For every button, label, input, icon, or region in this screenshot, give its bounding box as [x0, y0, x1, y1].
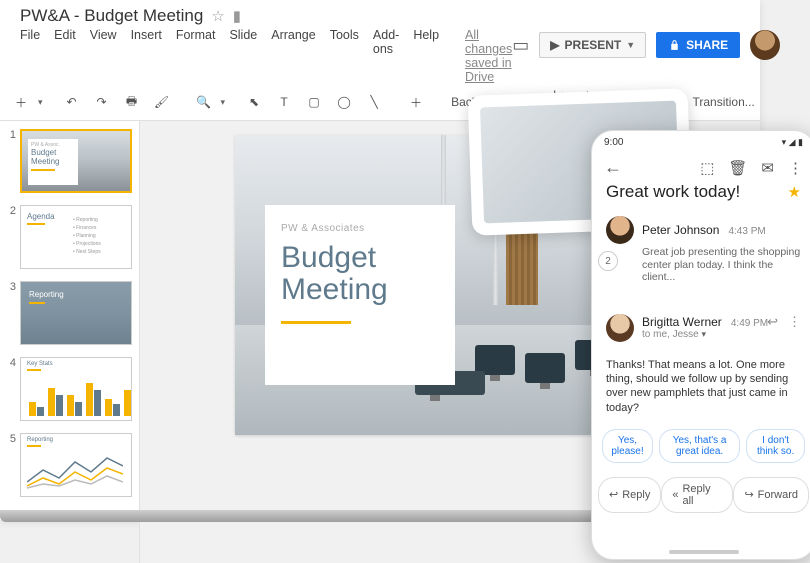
- menu-file[interactable]: File: [20, 28, 40, 84]
- delete-icon[interactable]: 🗑: [728, 159, 747, 177]
- present-label: PRESENT: [565, 38, 622, 52]
- select-tool[interactable]: ⬉: [241, 89, 267, 115]
- more-icon[interactable]: ⋮: [788, 314, 801, 330]
- slide-thumbnail-3[interactable]: Reporting: [20, 281, 132, 345]
- forward-button[interactable]: ↪Forward: [733, 477, 809, 513]
- menu-help[interactable]: Help: [413, 28, 439, 84]
- menu-addons[interactable]: Add-ons: [373, 28, 399, 84]
- smart-reply-row: Yes, please! Yes, that's a great idea. I…: [592, 421, 810, 471]
- chevron-down-icon[interactable]: ▾: [221, 97, 226, 108]
- menu-format[interactable]: Format: [176, 28, 216, 84]
- menu-bar: File Edit View Insert Format Slide Arran…: [20, 28, 512, 84]
- lock-icon: [668, 39, 681, 52]
- sender-avatar: [606, 216, 634, 244]
- slide-number: 2: [6, 205, 16, 269]
- status-icons: ▾ ◢ ▮: [782, 137, 803, 148]
- phone-time: 9:00: [604, 137, 623, 148]
- slide-number: 1: [6, 129, 16, 193]
- slide-thumbnail-4[interactable]: Key Stats: [20, 357, 132, 421]
- accent-bar: [281, 321, 351, 324]
- share-button[interactable]: SHARE: [656, 32, 740, 58]
- star-icon[interactable]: ★: [788, 183, 801, 201]
- reply-all-button[interactable]: «Reply all: [661, 477, 733, 513]
- print-button[interactable]: 🖶: [119, 89, 145, 115]
- phone-status-bar: 9:00 ▾ ◢ ▮: [592, 131, 810, 153]
- redo-button[interactable]: ↷: [89, 89, 115, 115]
- menu-tools[interactable]: Tools: [330, 28, 359, 84]
- message-time: 4:49 PM: [731, 318, 768, 329]
- reply-button[interactable]: ↩Reply: [598, 477, 661, 513]
- email-subject: Great work today!: [606, 182, 740, 202]
- title-area: PW&A - Budget Meeting ☆ ▮ File Edit View…: [20, 6, 512, 84]
- user-avatar[interactable]: [750, 30, 780, 60]
- slide-thumbnail-1[interactable]: PW & Assoc. Budget Meeting: [20, 129, 132, 193]
- paint-format-button[interactable]: 🖌: [149, 89, 175, 115]
- app-header: PW&A - Budget Meeting ☆ ▮ File Edit View…: [0, 0, 760, 84]
- menu-edit[interactable]: Edit: [54, 28, 76, 84]
- sender-name: Peter Johnson: [642, 223, 719, 237]
- sender-name: Brigitta Werner: [642, 315, 722, 329]
- line-tool[interactable]: ╲: [361, 89, 387, 115]
- document-title[interactable]: PW&A - Budget Meeting: [20, 6, 203, 26]
- reply-icon: ↩: [609, 488, 618, 501]
- forward-icon: ↪: [744, 488, 753, 501]
- phone-device: 9:00 ▾ ◢ ▮ ← ⬚ 🗑 ✉ ⋮ Great work today! ★…: [591, 130, 810, 560]
- save-status[interactable]: All changes saved in Drive: [465, 28, 512, 84]
- mail-icon[interactable]: ✉: [761, 159, 774, 177]
- move-folder-icon[interactable]: ▮: [233, 7, 241, 25]
- thread-count-badge[interactable]: 2: [598, 251, 618, 271]
- email-message-collapsed[interactable]: Peter Johnson 4:43 PM Great job presenti…: [592, 210, 810, 290]
- share-label: SHARE: [686, 38, 728, 52]
- gmail-toolbar: ← ⬚ 🗑 ✉ ⋮: [592, 153, 810, 180]
- chevron-down-icon[interactable]: ▾: [38, 97, 43, 108]
- slide-number: 5: [6, 433, 16, 497]
- title-card[interactable]: PW & Associates BudgetMeeting: [265, 205, 455, 385]
- slide-thumbnail-5[interactable]: Reporting: [20, 433, 132, 497]
- archive-icon[interactable]: ⬚: [700, 159, 714, 177]
- menu-view[interactable]: View: [90, 28, 117, 84]
- comments-icon[interactable]: ▭: [512, 35, 529, 56]
- shape-tool[interactable]: ◯: [331, 89, 357, 115]
- back-icon[interactable]: ←: [604, 157, 622, 178]
- undo-button[interactable]: ↶: [59, 89, 85, 115]
- textbox-tool[interactable]: T: [271, 89, 297, 115]
- more-icon[interactable]: ⋮: [788, 159, 803, 177]
- slide-number: 4: [6, 357, 16, 421]
- menu-insert[interactable]: Insert: [131, 28, 162, 84]
- smart-reply-chip[interactable]: Yes, please!: [602, 429, 653, 463]
- zoom-button[interactable]: 🔍: [191, 89, 217, 115]
- sender-avatar: [606, 314, 634, 342]
- menu-arrange[interactable]: Arrange: [271, 28, 315, 84]
- smart-reply-chip[interactable]: I don't think so.: [746, 429, 805, 463]
- reply-icon[interactable]: ↩: [767, 314, 778, 330]
- thumbnail-panel[interactable]: 1 PW & Assoc. Budget Meeting 2 Agenda: [0, 121, 140, 563]
- new-slide-button[interactable]: ＋: [8, 89, 34, 115]
- chevron-down-icon[interactable]: ▾: [701, 329, 706, 339]
- message-time: 4:43 PM: [728, 226, 765, 237]
- reply-all-icon: «: [672, 489, 678, 501]
- transition-button[interactable]: Transition...: [687, 95, 761, 109]
- reply-action-row: ↩Reply «Reply all ↪Forward: [592, 471, 810, 513]
- comment-tool[interactable]: ＋: [403, 89, 429, 115]
- email-message-expanded[interactable]: Brigitta Werner 4:49 PM to me, Jesse ▾ ↩…: [592, 308, 810, 348]
- smart-reply-chip[interactable]: Yes, that's a great idea.: [659, 429, 740, 463]
- play-icon: ▶: [550, 38, 559, 52]
- recipients: to me, Jesse: [642, 329, 699, 340]
- slide-thumbnail-2[interactable]: Agenda • Reporting • Finances • Planning…: [20, 205, 132, 269]
- message-preview: Great job presenting the shopping center…: [642, 246, 801, 284]
- image-tool[interactable]: ▢: [301, 89, 327, 115]
- slide-number: 3: [6, 281, 16, 345]
- present-button[interactable]: ▶ PRESENT ▼: [539, 32, 646, 58]
- slide-title: BudgetMeeting: [281, 242, 439, 305]
- slide-subtitle: PW & Associates: [281, 223, 439, 234]
- star-icon[interactable]: ☆: [211, 7, 224, 25]
- chevron-down-icon: ▼: [626, 40, 635, 50]
- message-body: Thanks! That means a lot. One more thing…: [606, 358, 801, 415]
- menu-slide[interactable]: Slide: [229, 28, 257, 84]
